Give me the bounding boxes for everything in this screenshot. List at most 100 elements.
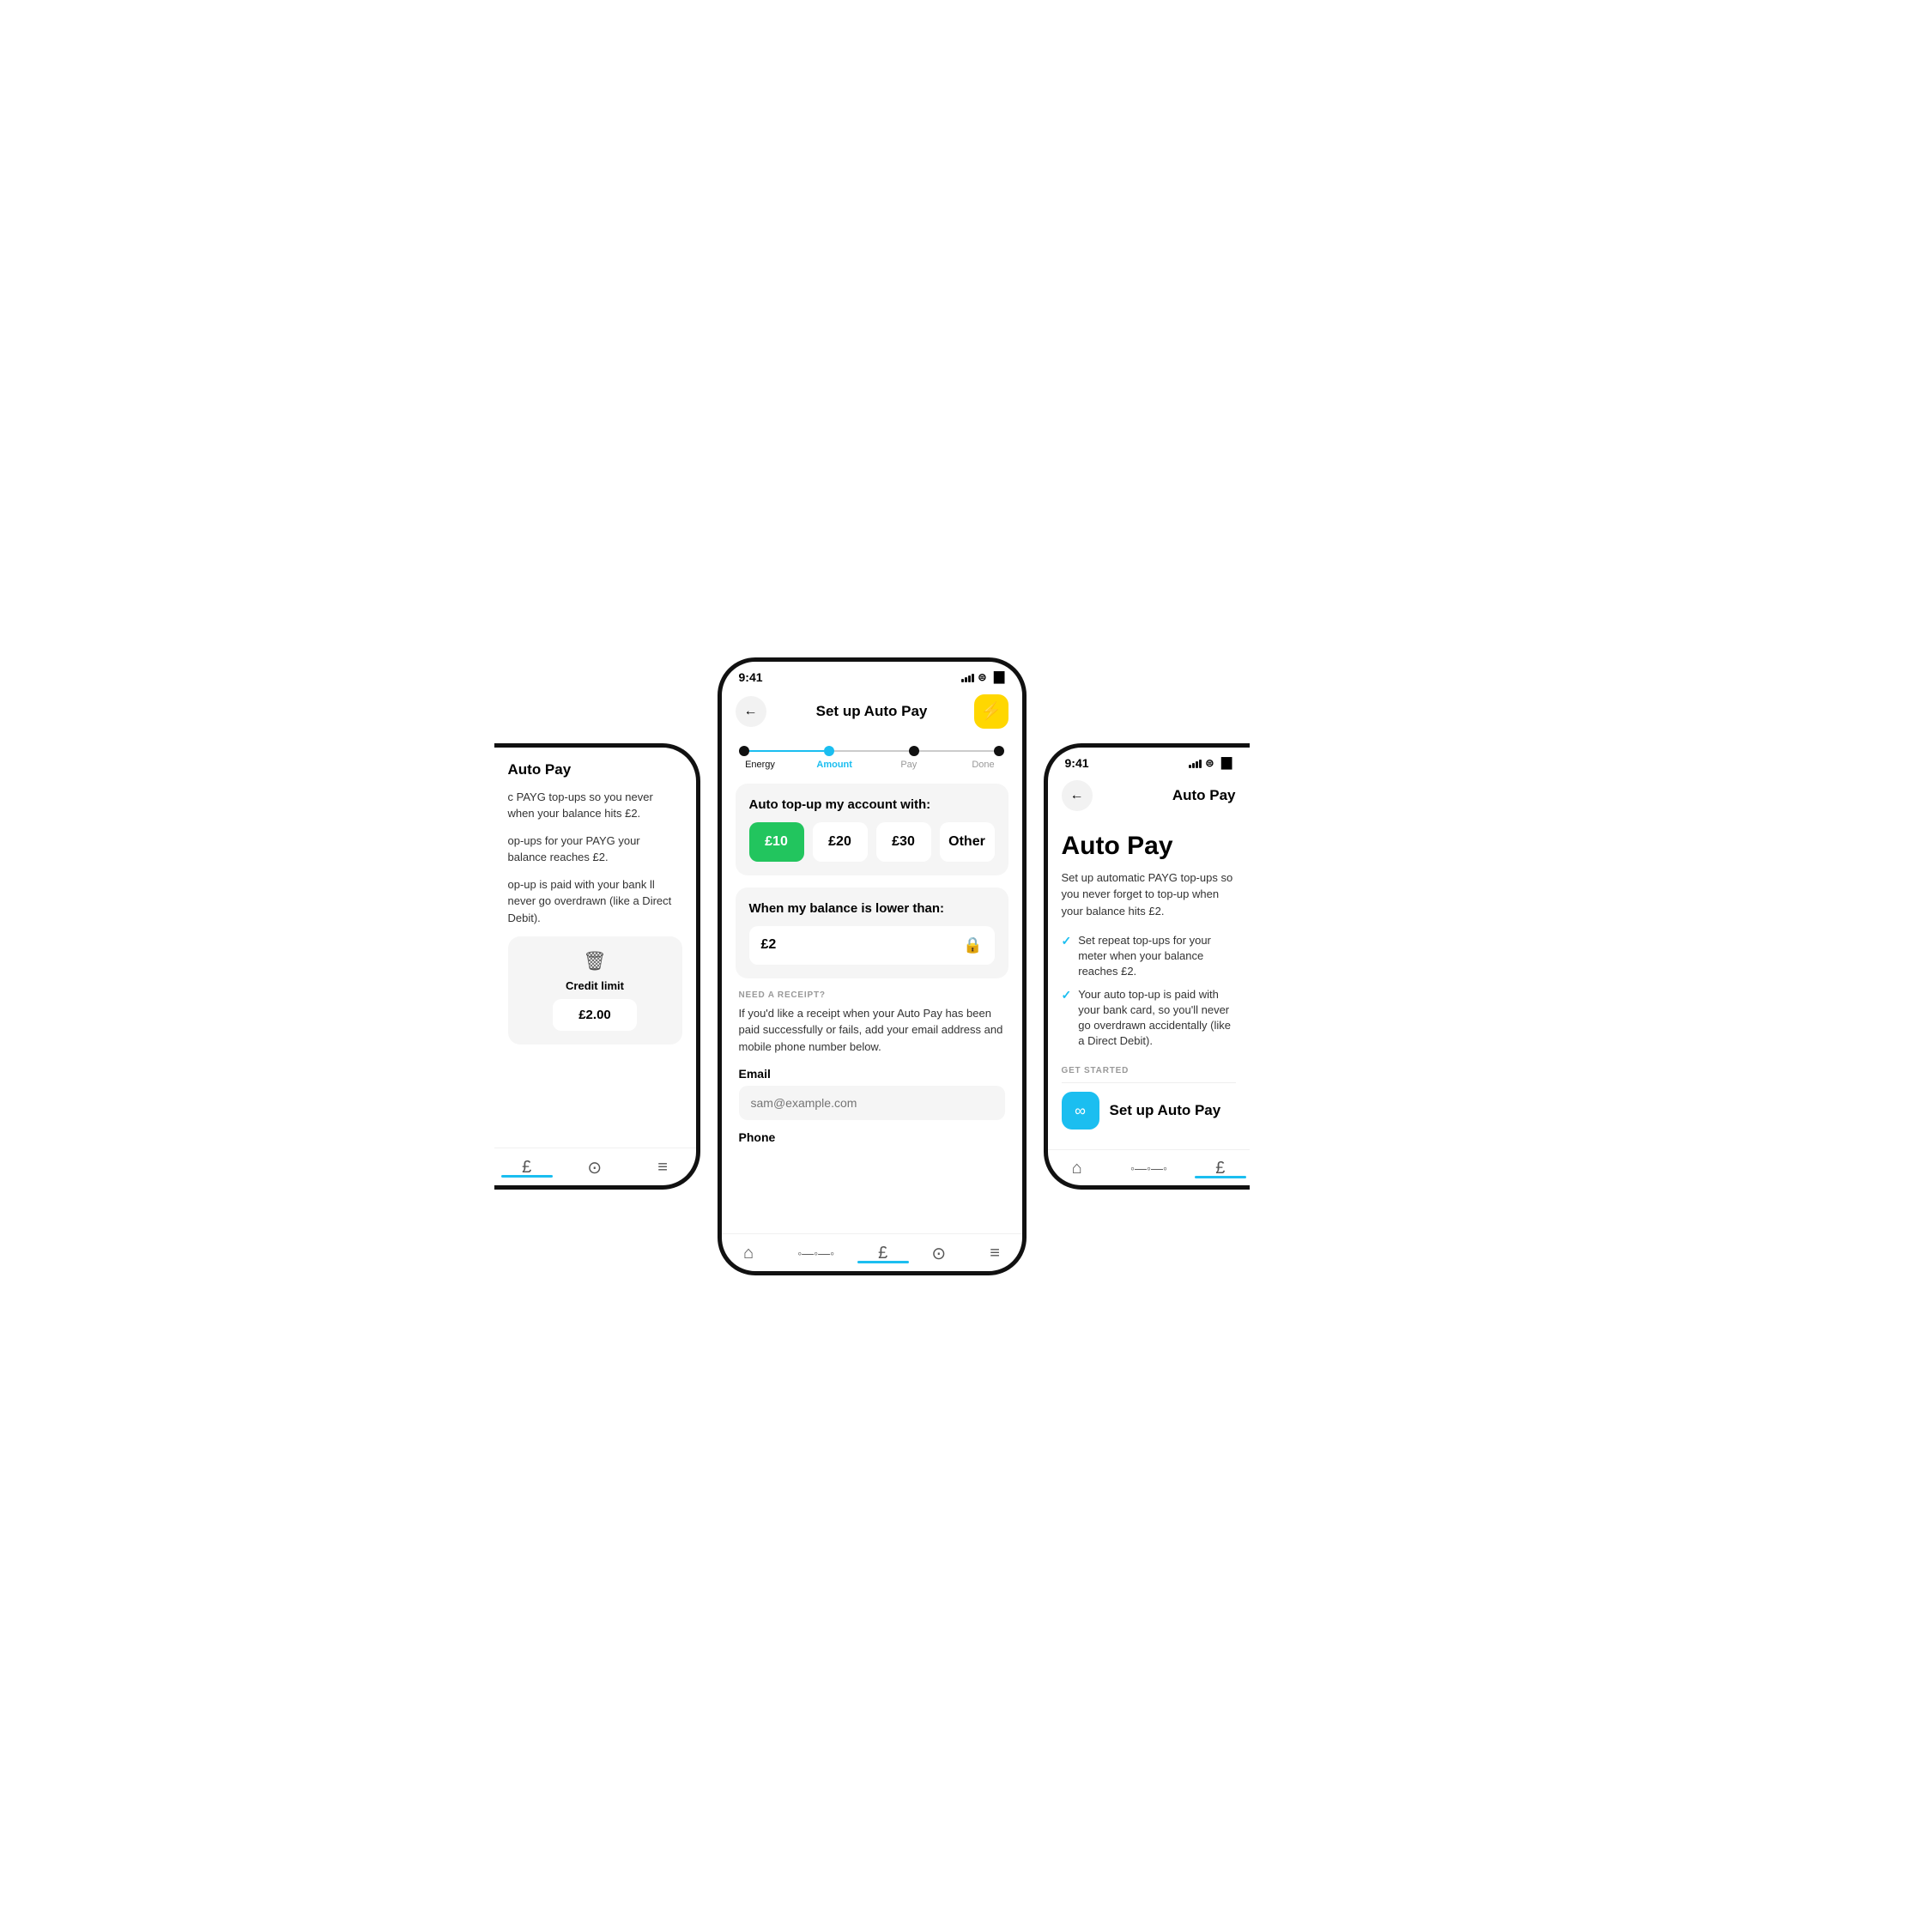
- right-battery-icon: ▐█: [1217, 757, 1232, 769]
- divider: [1062, 1082, 1236, 1083]
- back-button[interactable]: ←: [736, 696, 766, 727]
- credit-limit-card: 🗑 Credit limit £2.00: [508, 936, 682, 1045]
- nav-item-help[interactable]: ⊙: [587, 1157, 602, 1178]
- center-phone: 9:41 ⊜ ▐█ ← Set up Auto Pay ⚡: [718, 657, 1027, 1275]
- right-desc: Set up automatic PAYG top-ups so you nev…: [1062, 869, 1236, 920]
- right-usage-icon: ◦—◦—◦: [1130, 1161, 1167, 1175]
- checkmark-2: ✓: [1062, 988, 1072, 1002]
- right-signal-icon: [1189, 758, 1202, 768]
- get-started-label: GET STARTED: [1062, 1066, 1236, 1075]
- right-big-title: Auto Pay: [1062, 832, 1236, 861]
- receipt-desc: If you'd like a receipt when your Auto P…: [739, 1005, 1005, 1056]
- amount-20-button[interactable]: £20: [813, 822, 868, 862]
- nav-item-menu[interactable]: ≡: [657, 1158, 668, 1178]
- email-input[interactable]: [739, 1086, 1005, 1120]
- receipt-section: NEED A RECEIPT? If you'd like a receipt …: [736, 990, 1008, 1155]
- right-nav-home[interactable]: ⌂: [1072, 1159, 1082, 1178]
- center-nav-home[interactable]: ⌂: [743, 1244, 754, 1263]
- topup-card-title: Auto top-up my account with:: [749, 797, 995, 812]
- menu-icon: ≡: [990, 1244, 1000, 1263]
- checkmark-1: ✓: [1062, 934, 1072, 948]
- center-nav-payment[interactable]: £: [878, 1244, 887, 1263]
- setup-autopay-button[interactable]: ∞ Set up Auto Pay: [1062, 1092, 1221, 1130]
- email-label: Email: [739, 1067, 1005, 1081]
- balance-input-row: £2 🔒: [749, 926, 995, 965]
- step-line-2: [834, 750, 909, 752]
- status-icons: ⊜ ▐█: [961, 671, 1004, 683]
- step-dot-pay: [909, 746, 919, 756]
- left-body3: op-up is paid with your bank ll never go…: [508, 876, 682, 927]
- center-content: Auto top-up my account with: £10 £20 £30…: [722, 773, 1022, 1233]
- right-wifi-icon: ⊜: [1205, 757, 1214, 769]
- left-body1: c PAYG top-ups so you never when your ba…: [508, 789, 682, 822]
- autopay-icon: ∞: [1062, 1092, 1099, 1130]
- left-bottom-nav: £ ⊙ ≡: [494, 1148, 696, 1185]
- stepper: Energy Amount Pay Done: [722, 736, 1022, 773]
- status-bar: 9:41 ⊜ ▐█: [722, 662, 1022, 687]
- amount-30-button[interactable]: £30: [876, 822, 931, 862]
- battery-icon: ▐█: [990, 671, 1004, 683]
- lock-icon: 🔒: [963, 936, 982, 954]
- nav-item-payment[interactable]: £: [522, 1158, 531, 1178]
- center-header: ← Set up Auto Pay ⚡: [722, 687, 1022, 736]
- receipt-label: NEED A RECEIPT?: [739, 990, 1005, 1000]
- amount-buttons: £10 £20 £30 Other: [749, 822, 995, 862]
- left-body2: op-ups for your PAYG your balance reache…: [508, 833, 682, 866]
- left-phone: Auto Pay c PAYG top-ups so you never whe…: [494, 743, 700, 1190]
- check-text-2: Your auto top-up is paid with your bank …: [1078, 987, 1235, 1050]
- help-icon: ⊙: [931, 1243, 946, 1264]
- setup-btn-label: Set up Auto Pay: [1110, 1102, 1221, 1119]
- home-icon: ⌂: [743, 1244, 754, 1263]
- right-page-title: Auto Pay: [1172, 787, 1236, 804]
- check-item-1: ✓ Set repeat top-ups for your meter when…: [1062, 933, 1236, 980]
- menu-icon: ≡: [657, 1158, 668, 1178]
- balance-card-title: When my balance is lower than:: [749, 901, 995, 916]
- topup-card: Auto top-up my account with: £10 £20 £30…: [736, 784, 1008, 875]
- center-nav-menu[interactable]: ≡: [990, 1244, 1000, 1263]
- right-content: Auto Pay Set up automatic PAYG top-ups s…: [1048, 818, 1250, 1149]
- right-home-icon: ⌂: [1072, 1159, 1082, 1178]
- step-dot-amount: [824, 746, 834, 756]
- check-text-1: Set repeat top-ups for your meter when y…: [1078, 933, 1235, 980]
- bolt-button[interactable]: ⚡: [974, 694, 1008, 729]
- step-label-done: Done: [961, 760, 1004, 770]
- step-label-pay: Pay: [887, 760, 930, 770]
- phone-label: Phone: [739, 1130, 1005, 1144]
- status-time: 9:41: [739, 670, 763, 684]
- right-status-time: 9:41: [1065, 756, 1089, 770]
- step-line-3: [919, 750, 994, 752]
- right-back-button[interactable]: ←: [1062, 780, 1093, 811]
- balance-card: When my balance is lower than: £2 🔒: [736, 887, 1008, 978]
- center-nav-help[interactable]: ⊙: [931, 1243, 946, 1264]
- right-header: ← Auto Pay: [1048, 773, 1250, 818]
- right-bottom-nav: ⌂ ◦—◦—◦ £: [1048, 1149, 1250, 1185]
- check-item-2: ✓ Your auto top-up is paid with your ban…: [1062, 987, 1236, 1050]
- help-icon: ⊙: [587, 1157, 602, 1178]
- left-title: Auto Pay: [508, 761, 682, 778]
- step-label-energy: Energy: [739, 760, 782, 770]
- right-nav-payment[interactable]: £: [1215, 1159, 1225, 1178]
- center-bottom-nav: ⌂ ◦—◦—◦ £ ⊙ ≡: [722, 1233, 1022, 1271]
- usage-icon: ◦—◦—◦: [797, 1246, 834, 1260]
- email-group: Email: [739, 1067, 1005, 1120]
- right-status-bar: 9:41 ⊜ ▐█: [1048, 748, 1250, 773]
- right-status-icons: ⊜ ▐█: [1189, 757, 1232, 769]
- balance-value: £2: [761, 937, 777, 953]
- right-nav-usage[interactable]: ◦—◦—◦: [1130, 1161, 1167, 1175]
- checklist: ✓ Set repeat top-ups for your meter when…: [1062, 933, 1236, 1049]
- wifi-icon: ⊜: [978, 671, 986, 683]
- credit-limit-label: Credit limit: [566, 979, 624, 992]
- step-line-1: [749, 750, 824, 752]
- credit-limit-value: £2.00: [553, 999, 637, 1031]
- trash-icon[interactable]: 🗑: [583, 950, 607, 972]
- phone-group: Phone: [739, 1130, 1005, 1144]
- step-label-amount: Amount: [813, 760, 856, 770]
- step-dot-energy: [739, 746, 749, 756]
- step-dot-done: [994, 746, 1004, 756]
- amount-other-button[interactable]: Other: [940, 822, 995, 862]
- page-title: Set up Auto Pay: [816, 703, 928, 720]
- signal-icon: [961, 672, 974, 682]
- amount-10-button[interactable]: £10: [749, 822, 804, 862]
- center-nav-usage[interactable]: ◦—◦—◦: [797, 1246, 834, 1260]
- right-phone: 9:41 ⊜ ▐█ ← Auto Pay Auto Pay Set up aut…: [1044, 743, 1250, 1190]
